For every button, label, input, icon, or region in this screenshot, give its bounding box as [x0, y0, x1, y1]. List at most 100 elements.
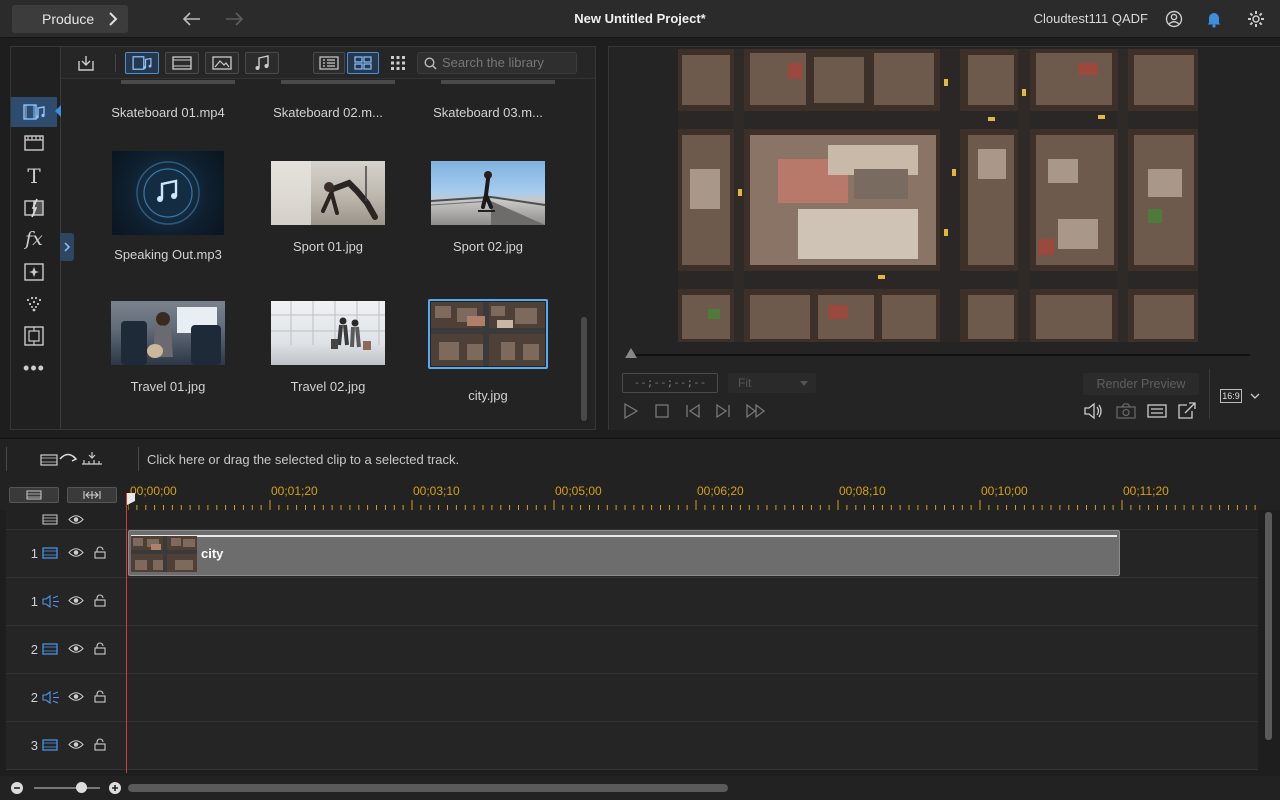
timeline-horizontal-scrollbar[interactable] — [128, 784, 728, 792]
playhead[interactable] — [126, 493, 127, 773]
lock-icon[interactable] — [94, 690, 106, 703]
side-burst-room[interactable] — [23, 293, 45, 315]
playhead-marker-icon[interactable] — [127, 493, 135, 505]
side-particle-room[interactable] — [23, 261, 45, 283]
library-item[interactable]: Travel 01.jpg — [93, 301, 243, 394]
subtitle-icon[interactable] — [1147, 403, 1167, 419]
ruler-tick-label: 00;08;10 — [839, 484, 886, 498]
filter-all-media-button[interactable] — [125, 52, 159, 74]
lock-icon[interactable] — [94, 738, 106, 751]
library-item[interactable]: Sport 01.jpg — [253, 161, 403, 254]
track-header-video-2[interactable]: 2 — [6, 626, 128, 674]
side-transition-room[interactable] — [23, 197, 45, 219]
fast-forward-icon[interactable] — [745, 403, 767, 419]
produce-button[interactable]: Produce — [12, 5, 128, 33]
lock-icon[interactable] — [94, 594, 106, 607]
chevron-right-icon — [64, 242, 71, 252]
play-icon[interactable] — [623, 403, 639, 419]
library-scrollbar[interactable] — [581, 317, 587, 421]
filter-image-button[interactable] — [205, 52, 239, 74]
next-frame-icon[interactable] — [714, 403, 732, 419]
eye-icon[interactable] — [68, 595, 84, 606]
burst-icon — [26, 296, 42, 312]
eye-icon[interactable] — [68, 739, 84, 750]
master-track-row — [6, 510, 1258, 530]
library-item-label: Sport 02.jpg — [452, 239, 524, 254]
zoom-slider-track[interactable] — [34, 787, 100, 789]
list-view-button[interactable] — [313, 52, 345, 74]
preview-panel: --;--;--;-- Fit Render Preview 16:9 — [608, 46, 1280, 430]
eye-icon[interactable] — [68, 691, 84, 702]
timeline-hint[interactable]: Click here or drag the selected clip to … — [147, 452, 459, 467]
filter-audio-button[interactable] — [245, 52, 279, 74]
zoom-out-icon[interactable] — [10, 781, 24, 795]
track-header-audio-2[interactable]: 2 — [6, 674, 128, 722]
grid-view-button[interactable] — [347, 52, 379, 74]
library-item[interactable]: Skateboard 03.m... — [413, 93, 563, 120]
zoom-in-icon[interactable] — [108, 781, 122, 795]
expand-panel-button[interactable] — [60, 233, 74, 261]
track-header-video-3[interactable]: 3 — [6, 722, 128, 770]
undo-icon[interactable] — [182, 10, 202, 28]
filter-video-button[interactable] — [165, 52, 199, 74]
previous-frame-icon[interactable] — [684, 403, 702, 419]
library-item[interactable]: Skateboard 02.m... — [253, 93, 403, 120]
side-more-rooms[interactable]: ••• — [23, 357, 45, 379]
lock-icon[interactable] — [94, 546, 106, 559]
trim-tools-icon[interactable] — [40, 450, 106, 468]
library-item[interactable]: Sport 02.jpg — [413, 161, 563, 254]
eye-icon[interactable] — [68, 643, 84, 654]
render-preview-button[interactable]: Render Preview — [1083, 373, 1199, 395]
library-item-label: Skateboard 02.m... — [273, 105, 383, 120]
eye-icon[interactable] — [68, 514, 84, 525]
library-item[interactable]: city.jpg — [413, 299, 563, 403]
library-search-input[interactable]: Search the library — [417, 52, 577, 74]
stop-icon[interactable] — [655, 403, 669, 419]
fit-zoom-select[interactable]: Fit — [728, 373, 816, 393]
track-lane-video-3[interactable] — [128, 722, 1258, 770]
snapshot-camera-icon[interactable] — [1116, 403, 1136, 419]
zoom-slider-knob[interactable] — [76, 782, 87, 793]
track-number: 2 — [30, 642, 38, 657]
track-lane-video-2[interactable] — [128, 626, 1258, 674]
library-item[interactable]: Speaking Out.mp3 — [93, 151, 243, 262]
lock-icon[interactable] — [94, 642, 106, 655]
track-header-audio-1[interactable]: 1 — [6, 578, 128, 626]
scrubber-handle-icon[interactable] — [624, 347, 638, 359]
timeline-vertical-scrollbar[interactable] — [1265, 512, 1272, 740]
eye-icon[interactable] — [68, 547, 84, 558]
storyboard-icon[interactable] — [42, 514, 58, 525]
side-media-room[interactable] — [11, 97, 57, 127]
preview-scrubber-track[interactable] — [626, 354, 1250, 356]
track-manager-button[interactable] — [9, 487, 59, 503]
timeline-clip-city[interactable]: city — [128, 530, 1120, 576]
library-item[interactable]: Travel 02.jpg — [253, 301, 403, 394]
skater-photo — [431, 171, 545, 225]
timeline-ruler[interactable]: 00;00;00 00;01;20 00;03;10 00;05;00 00;0… — [0, 480, 1280, 510]
track-header-video-1[interactable]: 1 — [6, 530, 128, 578]
import-media-button[interactable] — [69, 52, 103, 74]
settings-gear-icon[interactable] — [1247, 10, 1265, 28]
track-lane-audio-1[interactable] — [128, 578, 1258, 626]
account-icon[interactable] — [1165, 10, 1183, 28]
redo-icon[interactable] — [224, 10, 244, 28]
airport-photo — [271, 301, 385, 350]
storyboard-icon — [26, 490, 42, 500]
fit-timeline-button[interactable] — [67, 487, 117, 503]
aspect-ratio-selector[interactable]: 16:9 — [1209, 369, 1267, 419]
user-name[interactable]: Cloudtest111 QADF — [1034, 11, 1148, 26]
volume-icon[interactable] — [1083, 402, 1103, 420]
side-film-room[interactable] — [23, 132, 45, 154]
library-item[interactable]: Skateboard 01.mp4 — [93, 93, 243, 120]
side-title-room[interactable]: T — [23, 164, 45, 188]
timecode-display[interactable]: --;--;--;-- — [622, 373, 718, 393]
side-pip-room[interactable] — [23, 325, 45, 347]
undock-window-icon[interactable] — [1177, 402, 1197, 420]
preview-viewport[interactable] — [678, 49, 1198, 342]
notification-bell-icon[interactable] — [1206, 10, 1222, 28]
search-placeholder: Search the library — [442, 55, 544, 70]
track-lane-audio-2[interactable] — [128, 674, 1258, 722]
side-fx-room[interactable]: fx — [23, 228, 45, 250]
media-icon — [23, 104, 45, 120]
thumbnail-size-button[interactable] — [387, 52, 409, 74]
